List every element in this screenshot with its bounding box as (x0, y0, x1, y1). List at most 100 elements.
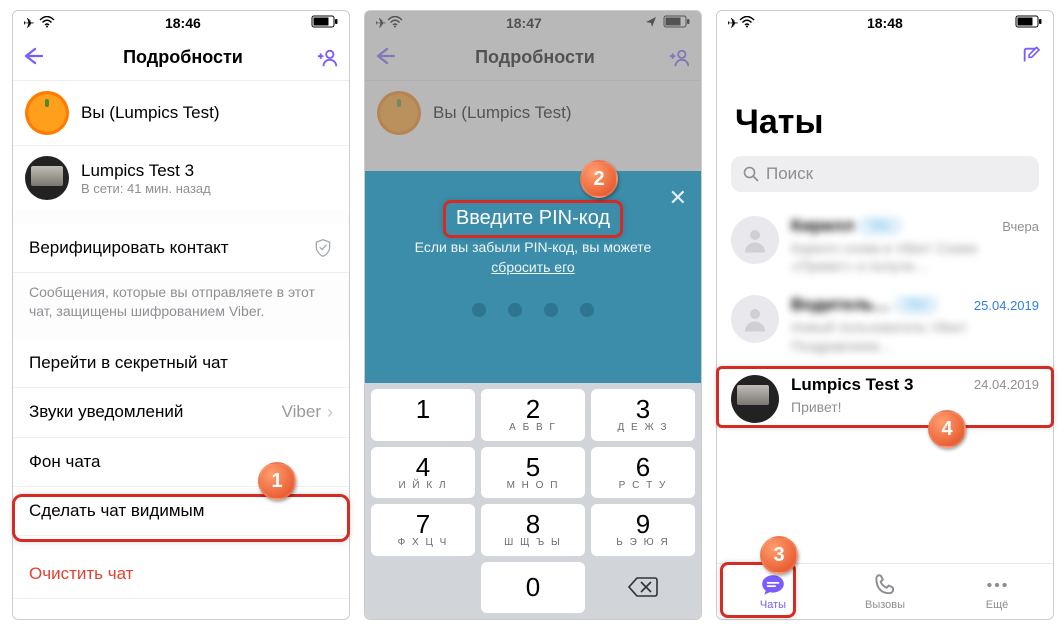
clear-chat-label: Очистить чат (29, 564, 133, 584)
backspace-button[interactable] (591, 562, 695, 614)
back-button[interactable] (375, 44, 401, 72)
tab-label: Чаты (760, 599, 786, 611)
avatar-placeholder-icon (731, 295, 779, 343)
add-contact-button[interactable] (317, 47, 339, 69)
chat-preview: Кирилл снова в Viber! Скажи «Привет» и п… (791, 239, 1039, 275)
compose-button[interactable] (1021, 45, 1043, 72)
nav-header: Подробности (13, 35, 349, 81)
contact-avatar-icon (25, 156, 69, 200)
status-bar: ✈︎ 18:48 (717, 11, 1053, 35)
contact-avatar-icon (731, 375, 779, 423)
key-1[interactable]: 1 (371, 389, 475, 441)
me-label: Вы (Lumpics Test) (433, 103, 572, 123)
me-row: Вы (Lumpics Test) (13, 81, 349, 146)
viber-tag: Viber (860, 219, 899, 233)
pin-prompt: Введите PIN-код (385, 207, 681, 230)
pin-reset-link[interactable]: сбросить его (491, 259, 574, 275)
search-placeholder: Поиск (766, 164, 813, 184)
key-4[interactable]: 4И Й К Л (371, 447, 475, 499)
nav-header: Подробности (365, 35, 701, 81)
viber-tag: Viber (897, 298, 936, 312)
tab-label: Вызовы (865, 599, 905, 611)
chat-item[interactable]: Кирилл Viber Вчера Кирилл снова в Viber! С… (717, 206, 1053, 285)
contact-row[interactable]: Lumpics Test 3 В сети: 41 мин. назад (13, 146, 349, 210)
make-chat-visible-row[interactable]: Сделать чат видимым (13, 487, 349, 536)
secret-chat-row[interactable]: Перейти в секретный чат (13, 339, 349, 388)
chat-background-row[interactable]: Фон чата (13, 438, 349, 487)
shield-icon (313, 238, 333, 258)
chat-item[interactable]: Водитель…Viber25.04.2019 Новый пользоват… (717, 285, 1053, 364)
wifi-icon (39, 15, 55, 31)
notif-sounds-row[interactable]: Звуки уведомлений Viber › (13, 388, 349, 438)
section-gap (13, 210, 349, 224)
screen-details: ✈︎ 18:46 Подробности Вы (Lumpics Test) L… (12, 10, 350, 620)
key-5[interactable]: 5М Н О П (481, 447, 585, 499)
me-label: Вы (Lumpics Test) (81, 103, 220, 123)
key-0[interactable]: 0 (481, 562, 585, 614)
chevron-right-icon: › (321, 402, 333, 423)
orange-avatar-icon (25, 91, 69, 135)
tab-calls[interactable]: Вызовы (829, 564, 941, 619)
encryption-note: Сообщения, которые вы отправляете в этот… (13, 273, 349, 339)
airplane-mode-icon: ✈︎ (727, 15, 739, 32)
phone-icon (872, 572, 898, 598)
screen-chats: ✈︎ 18:48 Чаты Поиск Кирилл Viber Вчера Кир… (716, 10, 1054, 620)
battery-icon (311, 15, 339, 31)
tab-label: Ещё (986, 599, 1009, 611)
tab-more[interactable]: Ещё (941, 564, 1053, 619)
clock: 18:46 (55, 15, 311, 31)
step-bubble: 2 (580, 160, 618, 198)
verify-contact-row[interactable]: Верифицировать контакт (13, 224, 349, 273)
section-gap (13, 536, 349, 550)
key-8[interactable]: 8Ш Щ Ъ Ы (481, 504, 585, 556)
secret-chat-label: Перейти в секретный чат (29, 353, 228, 373)
nav-header (717, 35, 1053, 81)
clock: 18:47 (403, 15, 645, 31)
wifi-icon (739, 15, 755, 31)
key-7[interactable]: 7Ф Х Ц Ч (371, 504, 475, 556)
chat-name: Lumpics Test 3 (791, 375, 914, 395)
clock: 18:48 (755, 15, 1015, 31)
search-icon (743, 166, 759, 182)
avatar-placeholder-icon (731, 216, 779, 264)
add-contact-button[interactable] (669, 47, 691, 69)
notif-sounds-value: Viber (282, 402, 321, 422)
chat-preview: Привет! (791, 398, 1039, 416)
battery-icon (1015, 15, 1043, 31)
pin-dot (472, 303, 486, 317)
key-6[interactable]: 6Р С Т У (591, 447, 695, 499)
key-3[interactable]: 3Д Е Ж З (591, 389, 695, 441)
status-bar: ✈︎ 18:47 (365, 11, 701, 35)
step-bubble: 4 (928, 410, 966, 448)
airplane-mode-icon: ✈︎ (23, 15, 35, 32)
close-button[interactable]: ✕ (669, 185, 687, 211)
make-chat-visible-label: Сделать чат видимым (29, 501, 204, 521)
chat-name: Кирилл (791, 216, 854, 236)
pin-sheet: ✕ Введите PIN-код Если вы забыли PIN-код… (365, 171, 701, 383)
chat-date: Вчера (1002, 219, 1039, 234)
step-bubble: 3 (760, 536, 798, 574)
key-9[interactable]: 9Ь Э Ю Я (591, 504, 695, 556)
pin-hint: Если вы забыли PIN-код, вы можете сброси… (385, 238, 681, 277)
back-button[interactable] (23, 44, 49, 72)
page-title: Подробности (49, 47, 317, 68)
search-input[interactable]: Поиск (731, 156, 1039, 192)
speech-bubble-icon (760, 572, 786, 598)
key-blank (371, 562, 475, 614)
chat-item-lumpics[interactable]: Lumpics Test 3 24.04.2019 Привет! (717, 365, 1053, 433)
me-row: Вы (Lumpics Test) (365, 81, 701, 145)
pin-hint-text: Если вы забыли PIN-код, вы можете (415, 239, 652, 255)
chat-name: Водитель… (791, 295, 891, 315)
chat-background-label: Фон чата (29, 452, 100, 472)
airplane-mode-icon: ✈︎ (375, 15, 387, 32)
step-bubble: 1 (258, 462, 296, 500)
pin-dot (508, 303, 522, 317)
wifi-icon (387, 15, 403, 31)
verify-label: Верифицировать контакт (29, 238, 229, 258)
key-2[interactable]: 2А Б В Г (481, 389, 585, 441)
chat-preview: Новый пользователь Viber! Поздравляем… (791, 318, 1039, 354)
chat-date: 24.04.2019 (974, 377, 1039, 392)
screen-pin: ✈︎ 18:47 Подробности Вы (Lumpics Test) ✕… (364, 10, 702, 620)
pin-dots (385, 303, 681, 317)
clear-chat-row[interactable]: Очистить чат (13, 550, 349, 599)
